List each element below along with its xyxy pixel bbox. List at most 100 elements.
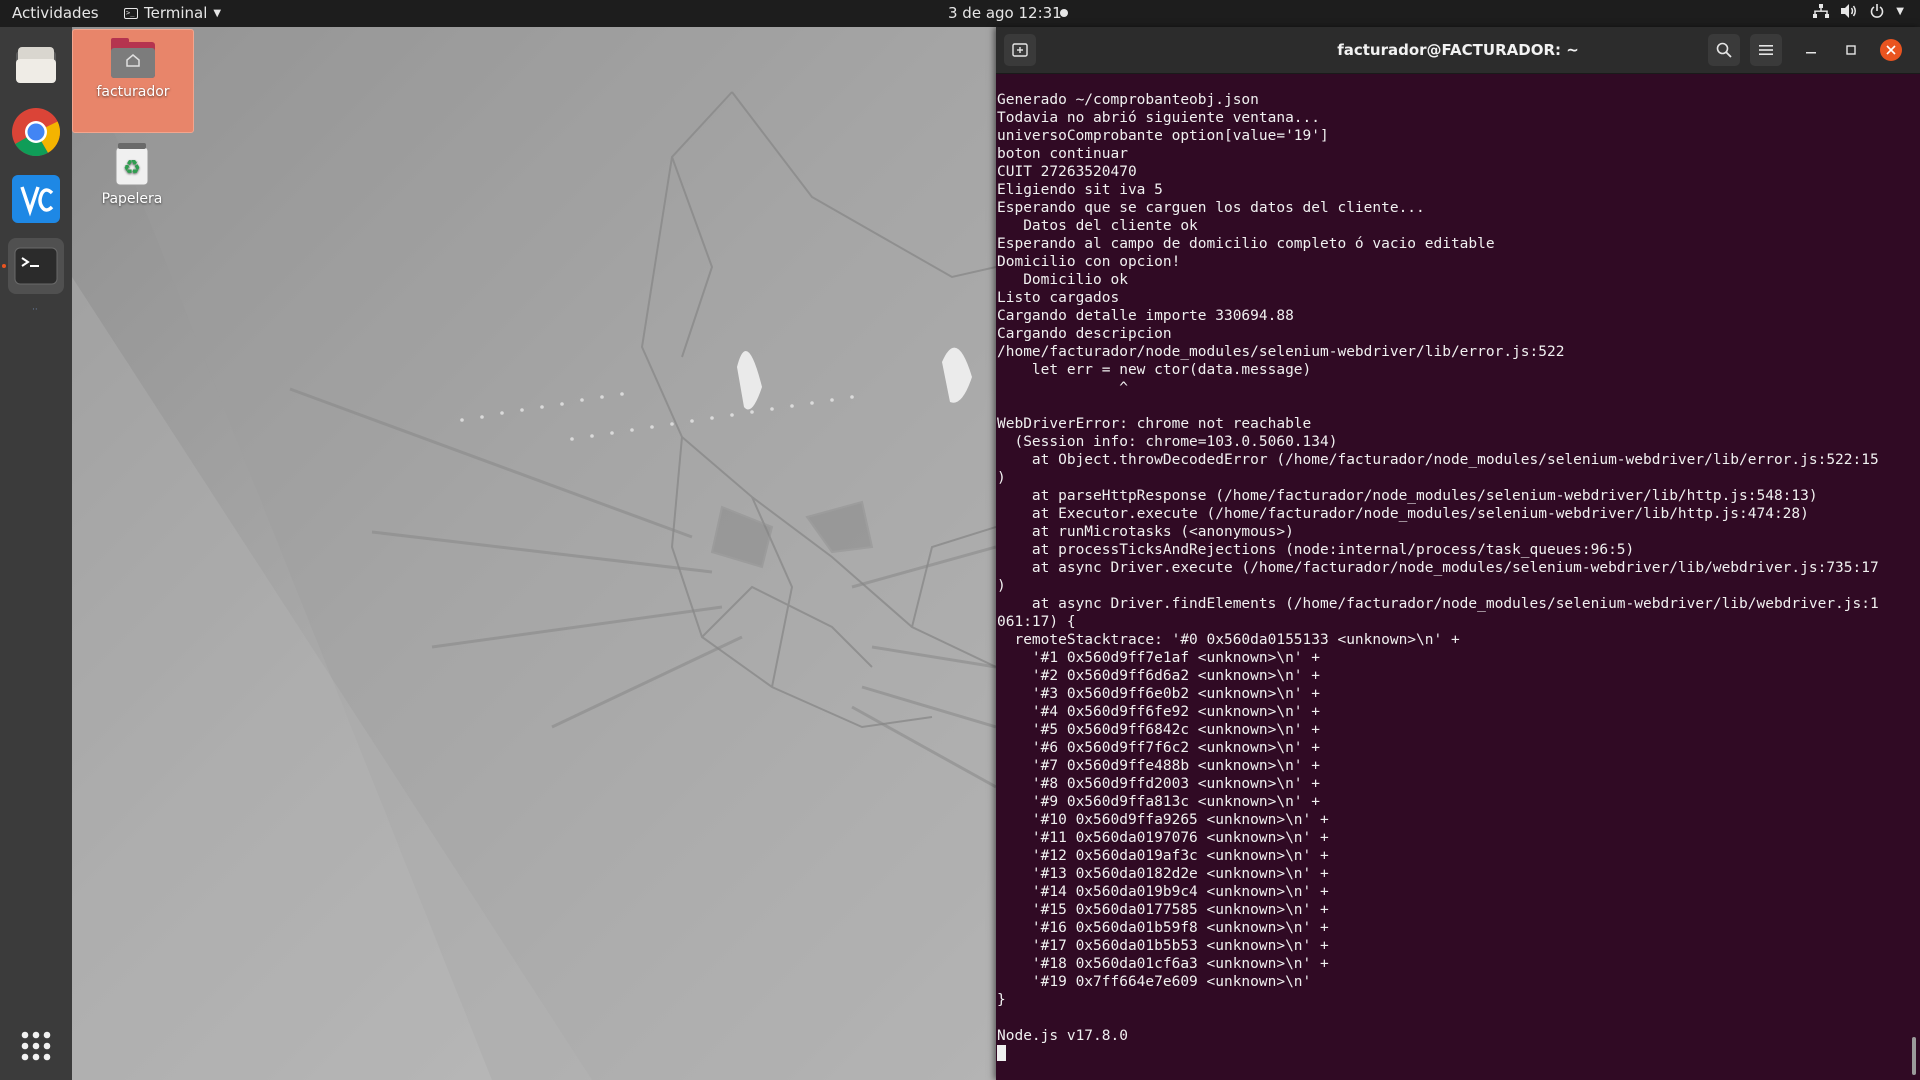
chevron-down-icon: ▼ [213, 7, 222, 19]
home-folder-icon [111, 38, 155, 78]
terminal-line: ) [997, 470, 1006, 486]
trash-icon: ♻ [115, 143, 149, 186]
vscode-icon [12, 175, 60, 223]
terminal-line: Generado ~/comprobanteobj.json [997, 92, 1259, 108]
terminal-line: '#13 0x560da0182d2e <unknown>\n' + [997, 866, 1329, 882]
power-icon [1871, 4, 1884, 18]
terminal-line: '#19 0x7ff664e7e609 <unknown>\n' [997, 974, 1312, 990]
terminal-line: '#11 0x560da0197076 <unknown>\n' + [997, 830, 1329, 846]
search-button[interactable] [1708, 34, 1740, 66]
dock-item-vscode[interactable] [8, 171, 64, 227]
maximize-icon [1846, 45, 1856, 55]
volume-icon [1841, 4, 1857, 18]
terminal-line: '#10 0x560d9ffa9265 <unknown>\n' + [997, 812, 1329, 828]
terminal-line: Eligiendo sit iva 5 [997, 182, 1163, 198]
desktop-icon-home[interactable]: facturador [72, 29, 194, 133]
terminal-window[interactable]: facturador@FACTURADOR: ~ Generado ~/comp… [996, 27, 1920, 1080]
app-menu[interactable]: >_ Terminal ▼ [124, 4, 221, 22]
terminal-line: '#16 0x560da01b59f8 <unknown>\n' + [997, 920, 1329, 936]
terminal-line: Domicilio ok [997, 272, 1128, 288]
terminal-line: Esperando que se carguen los datos del c… [997, 200, 1425, 216]
scrollbar-thumb[interactable] [1912, 1037, 1916, 1075]
terminal-line: CUIT 27263520470 [997, 164, 1137, 180]
desktop: facturador ♻ Papelera [72, 27, 996, 1080]
notification-dot-icon [1060, 9, 1068, 17]
close-button[interactable] [1880, 39, 1902, 61]
hamburger-menu-icon [1759, 45, 1773, 55]
terminal-line: (Session info: chrome=103.0.5060.134) [997, 434, 1338, 450]
terminal-line: /home/facturador/node_modules/selenium-w… [997, 344, 1565, 360]
clock[interactable]: 3 de ago 12:31 [948, 4, 1062, 22]
terminal-output[interactable]: Generado ~/comprobanteobj.json Todavia no… [997, 91, 1917, 1063]
terminal-line: ) [997, 578, 1006, 594]
terminal-line: '#8 0x560d9ffd2003 <unknown>\n' + [997, 776, 1321, 792]
close-icon [1886, 45, 1896, 55]
terminal-line: 061:17) { [997, 614, 1076, 630]
dock-item-terminal[interactable] [8, 238, 64, 294]
app-grid-icon [21, 1031, 51, 1061]
text-cursor [997, 1045, 1006, 1061]
terminal-line: Todavia no abrió siguiente ventana... [997, 110, 1321, 126]
chevron-down-icon: ▼ [1896, 5, 1904, 17]
terminal-line: universoComprobante option[value='19'] [997, 128, 1329, 144]
terminal-line: at processTicksAndRejections (node:inter… [997, 542, 1635, 558]
terminal-line: '#3 0x560d9ff6e0b2 <unknown>\n' + [997, 686, 1321, 702]
files-icon [16, 47, 56, 83]
ellipsis-icon: ·· [32, 305, 38, 315]
svg-text:♻: ♻ [123, 155, 141, 179]
terminal-line: '#2 0x560d9ff6d6a2 <unknown>\n' + [997, 668, 1321, 684]
search-icon [1716, 42, 1732, 58]
minimize-button[interactable] [1800, 39, 1822, 61]
dock-item-chrome[interactable] [8, 104, 64, 160]
terminal-line: '#12 0x560da019af3c <unknown>\n' + [997, 848, 1329, 864]
terminal-line: boton continuar [997, 146, 1128, 162]
terminal-line: at Executor.execute (/home/facturador/no… [997, 506, 1809, 522]
wallpaper-cat-illustration [72, 27, 996, 1080]
terminal-line: let err = new ctor(data.message) [997, 362, 1312, 378]
terminal-line: Cargando detalle importe 330694.88 [997, 308, 1294, 324]
prompt-line [997, 1045, 1917, 1063]
terminal-line: '#14 0x560da019b9c4 <unknown>\n' + [997, 884, 1329, 900]
terminal-line: Node.js v17.8.0 [997, 1028, 1128, 1044]
desktop-icon-trash[interactable]: ♻ Papelera [72, 139, 192, 207]
maximize-button[interactable] [1840, 39, 1862, 61]
terminal-line: '#18 0x560da01cf6a3 <unknown>\n' + [997, 956, 1329, 972]
terminal-line: Listo cargados [997, 290, 1120, 306]
terminal-line: Domicilio con opcion! [997, 254, 1181, 270]
minimize-icon [1806, 52, 1816, 54]
menu-button[interactable] [1750, 34, 1782, 66]
terminal-line: } [997, 992, 1006, 1008]
show-applications-button[interactable] [8, 1018, 64, 1074]
terminal-line: '#17 0x560da01b5b53 <unknown>\n' + [997, 938, 1329, 954]
terminal-line: '#9 0x560d9ffa813c <unknown>\n' + [997, 794, 1321, 810]
terminal-line: '#6 0x560d9ff7f6c2 <unknown>\n' + [997, 740, 1321, 756]
terminal-app-icon: >_ [124, 7, 138, 19]
running-indicator-icon [2, 264, 6, 268]
terminal-icon [14, 247, 58, 285]
dock: ·· [0, 27, 72, 1080]
terminal-line: '#1 0x560d9ff7e1af <unknown>\n' + [997, 650, 1321, 666]
terminal-line: '#4 0x560d9ff6fe92 <unknown>\n' + [997, 704, 1321, 720]
terminal-line: '#15 0x560da0177585 <unknown>\n' + [997, 902, 1329, 918]
terminal-line: ^ [997, 380, 1128, 396]
desktop-icon-label: facturador [96, 84, 170, 100]
terminal-line: remoteStacktrace: '#0 0x560da0155133 <un… [997, 632, 1460, 648]
terminal-line: Esperando al campo de domicilio completo… [997, 236, 1495, 252]
desktop-icon-label: Papelera [101, 191, 163, 207]
terminal-line: at async Driver.findElements (/home/fact… [997, 596, 1879, 612]
dock-item-files[interactable] [8, 37, 64, 93]
app-menu-label: Terminal [144, 4, 208, 22]
system-tray[interactable]: ▼ [1813, 4, 1904, 18]
network-icon [1813, 4, 1830, 18]
terminal-line: WebDriverError: chrome not reachable [997, 416, 1312, 432]
terminal-line: '#7 0x560d9ffe488b <unknown>\n' + [997, 758, 1321, 774]
window-titlebar[interactable]: facturador@FACTURADOR: ~ [996, 27, 1920, 74]
activities-button[interactable]: Actividades [12, 4, 99, 22]
terminal-line: at parseHttpResponse (/home/facturador/n… [997, 488, 1818, 504]
terminal-line: Datos del cliente ok [997, 218, 1198, 234]
terminal-line: at runMicrotasks (<anonymous>) [997, 524, 1294, 540]
terminal-line: at Object.throwDecodedError (/home/factu… [997, 452, 1879, 468]
chrome-icon [12, 108, 61, 157]
